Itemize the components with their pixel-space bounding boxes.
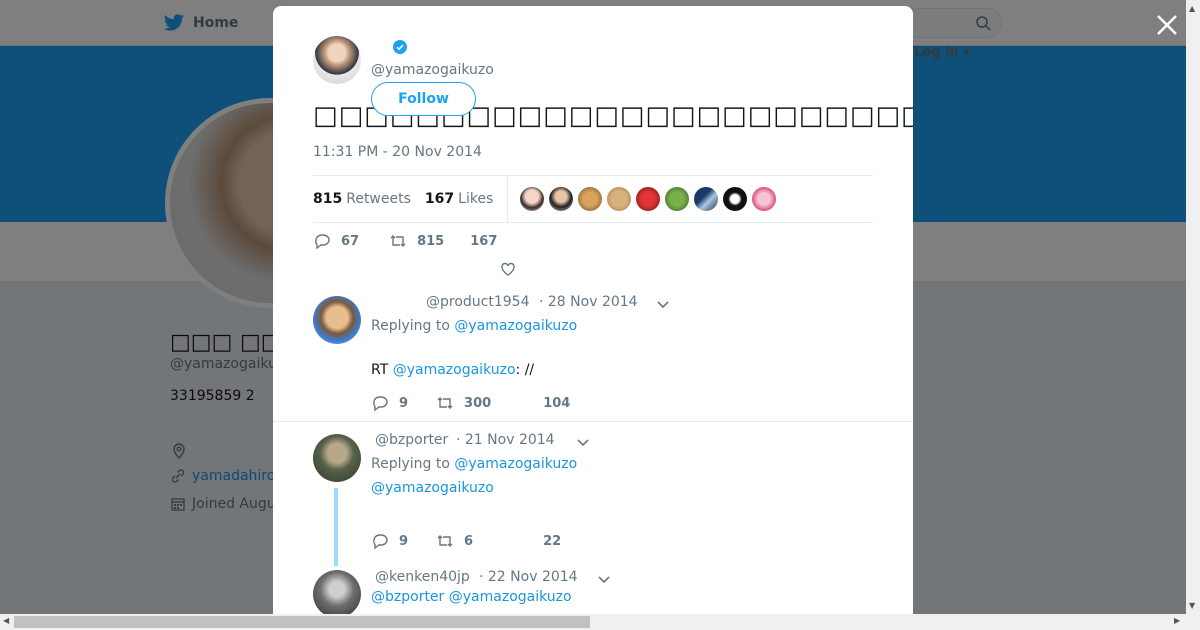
scroll-right-arrow-icon[interactable]: ▶	[1174, 616, 1180, 625]
divider	[273, 421, 913, 422]
reply-actions: 9 6 22	[371, 532, 561, 550]
replying-prefix: Replying to	[371, 456, 450, 472]
tweet-stats: 815 Retweets 167 Likes	[313, 175, 873, 223]
thread-line	[334, 488, 338, 566]
reply-icon	[373, 534, 388, 550]
tweet-actions: 67 815 167	[313, 232, 497, 250]
chevron-down-icon[interactable]	[597, 572, 611, 586]
likes-count: 167	[424, 191, 455, 207]
liker-avatar[interactable]	[578, 187, 603, 211]
reply-body: @yamazogaikuzo	[371, 480, 494, 496]
retweet-icon	[390, 235, 406, 247]
retweet-count: 300	[464, 395, 492, 411]
reply-handle[interactable]: @product1954	[426, 294, 529, 310]
reply-body-suffix: : //	[515, 362, 535, 378]
retweet-action[interactable]: 300	[436, 394, 491, 412]
reply-handle[interactable]: @kenken40jp	[375, 569, 470, 585]
reply-count: 9	[399, 533, 409, 549]
reply-icon	[315, 234, 330, 250]
follow-button[interactable]: Follow	[371, 82, 476, 116]
reply-body: RT @yamazogaikuzo: //	[371, 362, 534, 378]
tweet-author-handle[interactable]: @yamazogaikuzo	[371, 62, 494, 78]
reply-body-mention[interactable]: @yamazogaikuzo	[393, 362, 516, 378]
reply-date[interactable]: · 28 Nov 2014	[539, 294, 638, 310]
reply-icon	[373, 396, 388, 412]
replying-mention[interactable]: @yamazogaikuzo	[454, 318, 577, 334]
scrollbar-thumb[interactable]	[14, 616, 590, 628]
reply-avatar[interactable]	[313, 434, 361, 482]
reply-handle[interactable]: @bzporter	[375, 432, 448, 448]
like-action[interactable]: 22	[543, 534, 561, 549]
reply-mention-1[interactable]: @bzporter	[371, 589, 444, 605]
scroll-up-arrow-icon[interactable]: ▲	[1189, 4, 1195, 13]
like-count: 104	[543, 395, 571, 411]
liker-avatar[interactable]	[520, 187, 545, 211]
retweet-icon	[437, 535, 453, 547]
reply-action[interactable]: 9	[371, 394, 408, 412]
tweet-timestamp[interactable]: 11:31 PM - 20 Nov 2014	[313, 144, 482, 160]
reply-count: 9	[399, 395, 409, 411]
tweet-modal: @yamazogaikuzo Follow □□□□□□□□□□□□□□□□□□…	[273, 6, 913, 614]
like-count: 167	[470, 233, 498, 249]
retweet-icon	[437, 397, 453, 409]
reply-actions: 9 300 104	[371, 394, 570, 412]
liker-avatar[interactable]	[752, 187, 777, 211]
liker-avatar[interactable]	[665, 187, 690, 211]
retweets-label: Retweets	[346, 191, 411, 207]
chevron-down-icon[interactable]	[656, 297, 670, 311]
retweet-count: 815	[417, 233, 445, 249]
reply-avatar[interactable]	[313, 570, 361, 614]
stats-divider	[507, 175, 509, 223]
vertical-scrollbar[interactable]: ▲ ▼	[1186, 0, 1200, 614]
reply-avatar[interactable]	[313, 296, 361, 344]
chevron-down-icon[interactable]	[576, 435, 590, 449]
liker-avatar[interactable]	[549, 187, 574, 211]
close-icon[interactable]	[1154, 12, 1180, 38]
retweet-action[interactable]: 6	[436, 532, 473, 550]
replying-mention[interactable]: @yamazogaikuzo	[454, 456, 577, 472]
liker-avatar[interactable]	[694, 187, 719, 211]
scroll-left-arrow-icon[interactable]: ◀	[3, 616, 9, 625]
reply-body-mention[interactable]: @yamazogaikuzo	[371, 480, 494, 496]
reply-body-prefix: RT	[371, 362, 389, 378]
reply-body: @bzporter @yamazogaikuzo	[371, 589, 572, 605]
likes-label: Likes	[458, 191, 494, 207]
reply-action[interactable]: 67	[313, 232, 359, 250]
tweet-author-avatar[interactable]	[313, 36, 361, 84]
heart-icon[interactable]	[499, 260, 517, 278]
reply-date[interactable]: · 22 Nov 2014	[479, 569, 578, 585]
like-action[interactable]: 167	[470, 234, 497, 249]
reply-count: 67	[341, 233, 360, 249]
reply-action[interactable]: 9	[371, 532, 408, 550]
horizontal-scrollbar[interactable]: ◀ ▶	[0, 614, 1200, 630]
replying-to: Replying to @yamazogaikuzo	[371, 318, 577, 334]
retweet-count: 6	[464, 533, 474, 549]
replying-to: Replying to @yamazogaikuzo	[371, 456, 577, 472]
liker-avatar[interactable]	[723, 187, 748, 211]
likers-avatars	[520, 187, 777, 211]
retweets-count: 815	[313, 191, 343, 207]
liker-avatar[interactable]	[636, 187, 661, 211]
reply-date[interactable]: · 21 Nov 2014	[456, 432, 555, 448]
retweets-stat[interactable]: 815 Retweets	[313, 191, 411, 207]
like-action[interactable]: 104	[543, 396, 570, 411]
likes-stat[interactable]: 167 Likes	[425, 191, 493, 207]
like-count: 22	[543, 533, 562, 549]
retweet-action[interactable]: 815	[389, 232, 444, 250]
liker-avatar[interactable]	[607, 187, 632, 211]
replying-prefix: Replying to	[371, 318, 450, 334]
verified-badge-icon	[393, 40, 407, 54]
scroll-down-arrow-icon[interactable]: ▼	[1189, 601, 1195, 610]
reply-mention-2[interactable]: @yamazogaikuzo	[449, 589, 572, 605]
